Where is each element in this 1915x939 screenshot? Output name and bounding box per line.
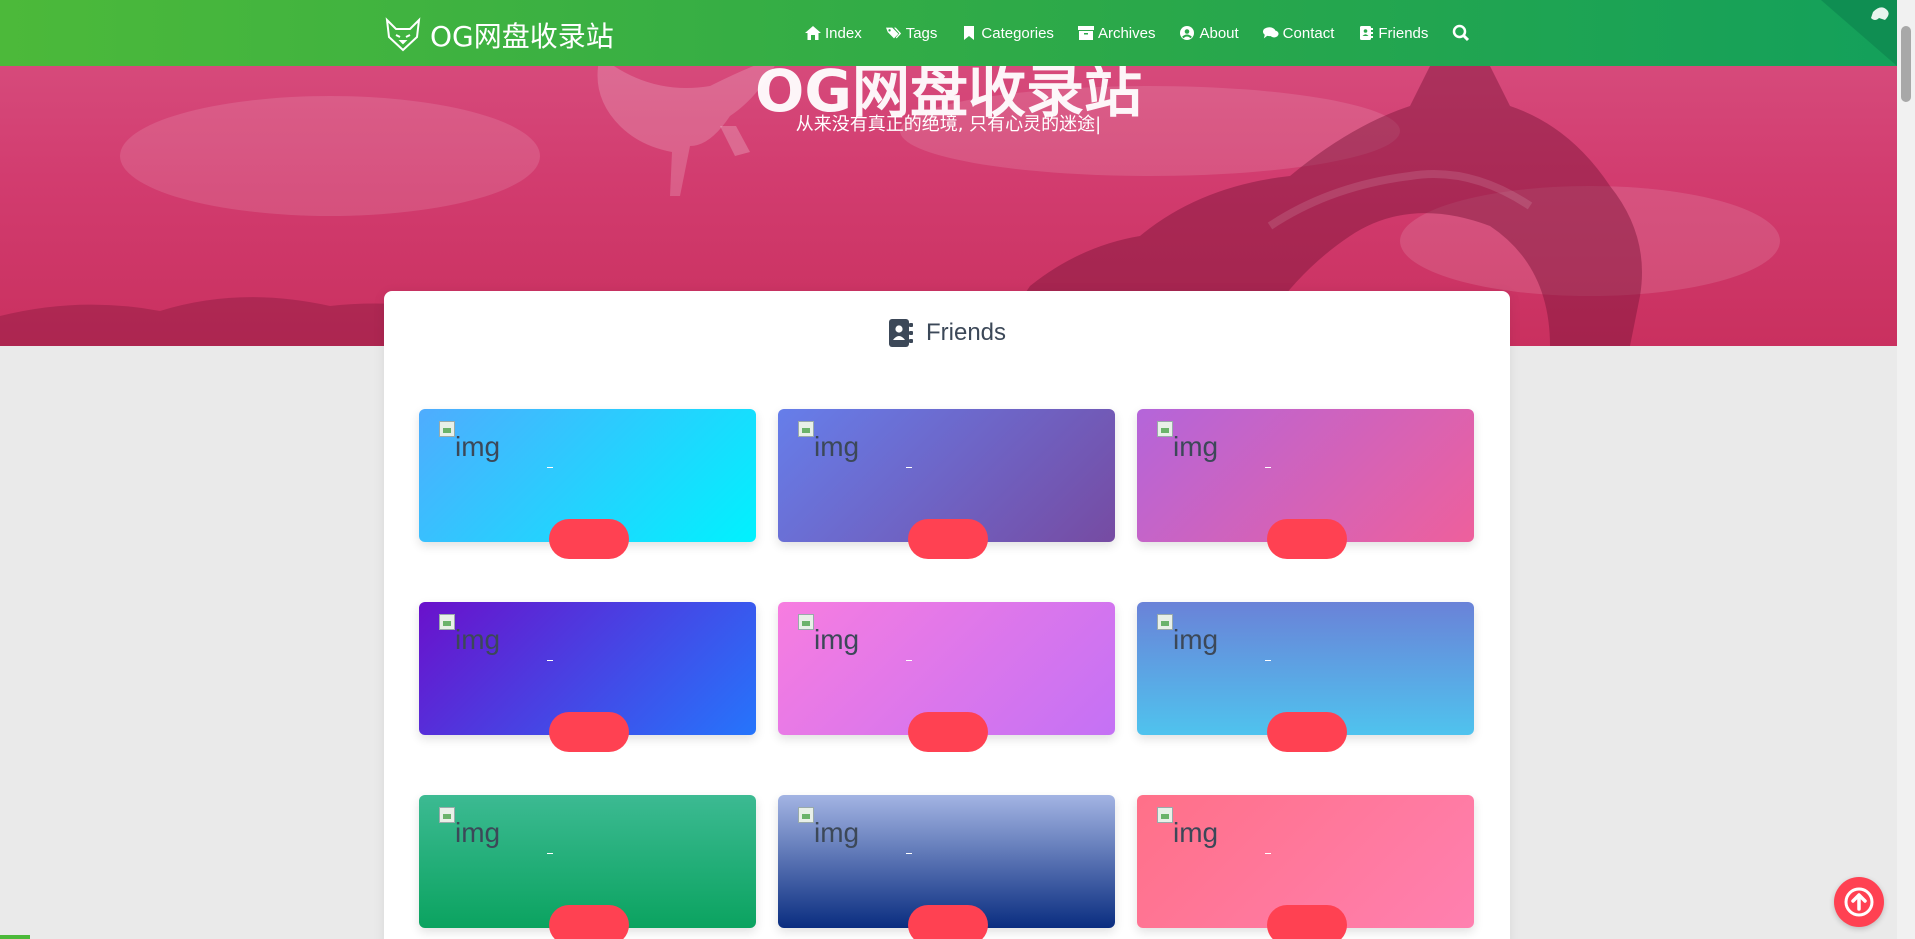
broken-image-icon [798, 807, 814, 823]
friend-link-card[interactable]: img [778, 409, 1115, 559]
tags-icon [885, 27, 901, 39]
visit-button[interactable] [908, 905, 988, 939]
nav-item-friends[interactable]: Friends [1358, 24, 1428, 42]
friend-link-card[interactable]: img [1137, 602, 1474, 752]
address-book-icon [888, 319, 913, 347]
main-nav: Index Tags Categories Archives About Con… [805, 24, 1494, 42]
nav-label: Categories [981, 24, 1054, 42]
friends-card: Friends img img img img img img img img img [384, 291, 1510, 939]
visit-button[interactable] [549, 712, 629, 752]
friend-avatar-broken-image: img [1157, 421, 1218, 463]
section-title: Friends [925, 319, 1007, 346]
friend-avatar-broken-image: img [1157, 807, 1218, 849]
friend-link-card[interactable]: img [1137, 795, 1474, 939]
banner-subtitle: 从来没有真正的绝境, 只有心灵的迷途| [795, 114, 1102, 135]
top-navbar: OG网盘收录站 Index Tags Categories Archives A… [0, 0, 1915, 66]
friend-link-card[interactable]: img [778, 795, 1115, 939]
visit-button[interactable] [1267, 712, 1347, 752]
friend-link-card[interactable]: img [419, 795, 756, 939]
nav-label: About [1199, 24, 1239, 42]
visit-button[interactable] [549, 519, 629, 559]
scrollbar-thumb[interactable] [1901, 26, 1911, 102]
address-book-icon [1360, 26, 1374, 40]
friend-name-placeholder [906, 660, 912, 661]
friend-avatar-broken-image: img [439, 421, 500, 463]
friend-name-placeholder [906, 467, 912, 468]
visit-button[interactable] [908, 519, 988, 559]
nav-label: Friends [1378, 24, 1429, 42]
friend-avatar-broken-image: img [1157, 614, 1218, 656]
nav-item-categories[interactable]: Categories [961, 24, 1054, 42]
page-corner-mark [0, 935, 30, 939]
github-corner-icon[interactable] [1821, 0, 1897, 66]
fox-logo-icon [385, 17, 421, 52]
page-scrollbar[interactable] [1897, 0, 1915, 939]
brand-link[interactable]: OG网盘收录站 [384, 15, 614, 55]
friend-link-card[interactable]: img [419, 602, 756, 752]
back-to-top-button[interactable] [1834, 877, 1884, 927]
image-alt-text: img [455, 624, 501, 655]
friend-avatar-broken-image: img [439, 614, 500, 656]
friend-name-placeholder [906, 853, 912, 854]
user-circle-icon [1180, 26, 1195, 40]
visit-button[interactable] [908, 712, 988, 752]
friend-avatar-broken-image: img [439, 807, 500, 849]
friend-avatar-broken-image: img [798, 807, 859, 849]
nav-search-button[interactable] [1452, 24, 1470, 42]
image-alt-text: img [455, 817, 501, 848]
visit-button[interactable] [1267, 905, 1347, 939]
broken-image-icon [439, 807, 455, 823]
friend-link-card[interactable]: img [1137, 409, 1474, 559]
comments-icon [1262, 27, 1279, 39]
search-icon [1453, 24, 1470, 42]
nav-item-contact[interactable]: Contact [1262, 24, 1335, 42]
visit-button[interactable] [549, 905, 629, 939]
friend-name-placeholder [1265, 853, 1271, 854]
friend-link-card[interactable]: img [419, 409, 756, 559]
friend-avatar-broken-image: img [798, 614, 859, 656]
friend-name-placeholder [1265, 660, 1271, 661]
friend-name-placeholder [547, 853, 553, 854]
broken-image-icon [439, 614, 455, 630]
nav-label: Tags [905, 24, 938, 42]
image-alt-text: img [814, 624, 860, 655]
arrow-up-icon [1844, 887, 1874, 917]
nav-item-tags[interactable]: Tags [885, 24, 938, 42]
broken-image-icon [798, 614, 814, 630]
archive-icon [1077, 26, 1094, 40]
image-alt-text: img [1173, 817, 1219, 848]
broken-image-icon [1157, 807, 1173, 823]
friend-name-placeholder [547, 467, 553, 468]
section-heading: Friends [384, 319, 1510, 347]
nav-label: Contact [1282, 24, 1335, 42]
home-icon [805, 26, 821, 40]
broken-image-icon [798, 421, 814, 437]
nav-label: Index [825, 24, 862, 42]
friend-name-placeholder [1265, 467, 1271, 468]
image-alt-text: img [1173, 624, 1219, 655]
visit-button[interactable] [1267, 519, 1347, 559]
nav-item-about[interactable]: About [1179, 24, 1239, 42]
friend-avatar-broken-image: img [798, 421, 859, 463]
broken-image-icon [1157, 614, 1173, 630]
image-alt-text: img [814, 817, 860, 848]
friend-name-placeholder [547, 660, 553, 661]
broken-image-icon [1157, 421, 1173, 437]
nav-item-archives[interactable]: Archives [1077, 24, 1156, 42]
brand-title: OG网盘收录站 [430, 20, 614, 53]
image-alt-text: img [455, 431, 501, 462]
image-alt-text: img [1173, 431, 1219, 462]
nav-item-index[interactable]: Index [805, 24, 862, 42]
broken-image-icon [439, 421, 455, 437]
nav-label: Archives [1097, 24, 1156, 42]
bookmark-icon [964, 26, 975, 40]
image-alt-text: img [814, 431, 860, 462]
friend-link-card[interactable]: img [778, 602, 1115, 752]
